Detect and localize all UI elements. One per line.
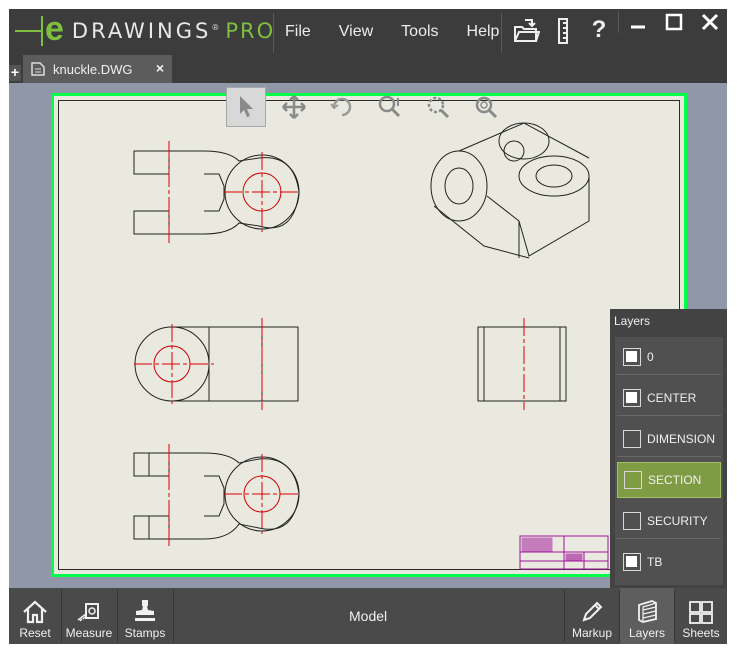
layer-tb[interactable]: TB — [617, 544, 721, 580]
layer-name: 0 — [647, 349, 654, 364]
knuckle-drawing — [133, 122, 609, 570]
layer-checkbox[interactable] — [624, 471, 642, 489]
sheets-label: Sheets — [682, 626, 720, 640]
stamps-button[interactable]: Stamps — [118, 588, 172, 644]
layer-section[interactable]: SECTION — [617, 462, 721, 498]
close-icon — [701, 13, 719, 31]
menu-file[interactable]: File — [275, 23, 321, 41]
zoom-to-fit-icon[interactable] — [466, 87, 506, 127]
layer-center[interactable]: CENTER — [617, 380, 721, 416]
bottom-toolbar: Reset Measure Stamps Model Markup Layers… — [9, 588, 727, 644]
add-tab-button[interactable]: + — [9, 65, 21, 81]
title-bar: e DRAWINGS® PRO File View Tools Help ? — [9, 9, 727, 55]
edrawings-logo: e DRAWINGS® PRO — [15, 10, 276, 49]
tab-label: knuckle.DWG — [53, 61, 133, 77]
pan-icon[interactable] — [274, 87, 314, 127]
logo-edition: PRO — [225, 19, 276, 43]
tab-close-icon[interactable]: × — [156, 60, 164, 76]
zoom-to-area-icon[interactable] — [418, 87, 458, 127]
sheets-button[interactable]: Sheets — [675, 588, 727, 644]
open-folder-icon[interactable] — [512, 17, 541, 45]
view-toolbar — [226, 87, 514, 127]
pen-icon — [582, 601, 603, 622]
layer-checkbox[interactable] — [623, 553, 641, 571]
layers-panel: Layers 0 CENTER DIMENSION SECTION SECURI… — [610, 309, 727, 588]
layer-list: 0 CENTER DIMENSION SECTION SECURITY TB — [615, 337, 723, 585]
divider — [273, 13, 274, 53]
logo-e: e — [45, 10, 64, 48]
layers-icon — [638, 600, 657, 623]
layer-name: SECURITY — [647, 513, 708, 528]
layer-checkbox[interactable] — [623, 388, 641, 407]
markup-label: Markup — [571, 626, 612, 640]
layer-checkbox[interactable] — [623, 429, 641, 448]
stamp-icon — [135, 600, 155, 621]
layer-checkbox[interactable] — [623, 347, 641, 366]
menu-bar: File View Tools Help — [275, 9, 517, 55]
layer-dimension[interactable]: DIMENSION — [617, 421, 721, 457]
layer-security[interactable]: SECURITY — [617, 503, 721, 539]
document-icon — [31, 62, 45, 76]
tab-knuckle[interactable]: knuckle.DWG × — [23, 55, 172, 83]
menu-view[interactable]: View — [329, 23, 383, 41]
close-button[interactable] — [692, 9, 727, 35]
stamps-label: Stamps — [124, 626, 166, 640]
layer-name: SECTION — [648, 473, 702, 487]
measure-label: Measure — [65, 626, 113, 640]
layer-name: DIMENSION — [647, 431, 716, 446]
markup-button[interactable]: Markup — [565, 588, 619, 644]
sheets-icon — [689, 601, 713, 624]
minimize-button[interactable] — [620, 9, 656, 35]
maximize-button[interactable] — [656, 9, 692, 35]
select-arrow-icon[interactable] — [226, 87, 266, 127]
menu-tools[interactable]: Tools — [391, 23, 448, 41]
measure-button[interactable]: Measure — [62, 588, 116, 644]
minimize-icon — [631, 25, 645, 29]
rotate-icon[interactable] — [322, 87, 362, 127]
reset-button[interactable]: Reset — [9, 588, 61, 644]
drawing-sheet — [51, 93, 687, 577]
help-icon[interactable]: ? — [585, 17, 613, 45]
measure-icon — [77, 603, 99, 622]
layer-name: TB — [647, 555, 663, 569]
reset-label: Reset — [19, 626, 51, 640]
layers-button[interactable]: Layers — [620, 588, 674, 644]
home-icon — [23, 600, 47, 624]
model-tab[interactable]: Model — [349, 608, 387, 624]
layer-name: CENTER — [647, 390, 697, 405]
layer-0[interactable]: 0 — [617, 339, 721, 375]
layers-label: Layers — [628, 626, 666, 640]
divider — [501, 13, 502, 53]
layers-panel-title: Layers — [614, 314, 651, 328]
ruler-icon[interactable] — [555, 17, 583, 45]
divider — [618, 11, 619, 33]
tab-bar: + knuckle.DWG × — [9, 55, 727, 83]
maximize-icon — [665, 13, 683, 31]
layer-checkbox[interactable] — [623, 511, 641, 530]
edrawings-window: e DRAWINGS® PRO File View Tools Help ? +… — [9, 9, 727, 644]
logo-word: DRAWINGS® — [71, 19, 220, 43]
zoom-icon[interactable] — [370, 87, 410, 127]
